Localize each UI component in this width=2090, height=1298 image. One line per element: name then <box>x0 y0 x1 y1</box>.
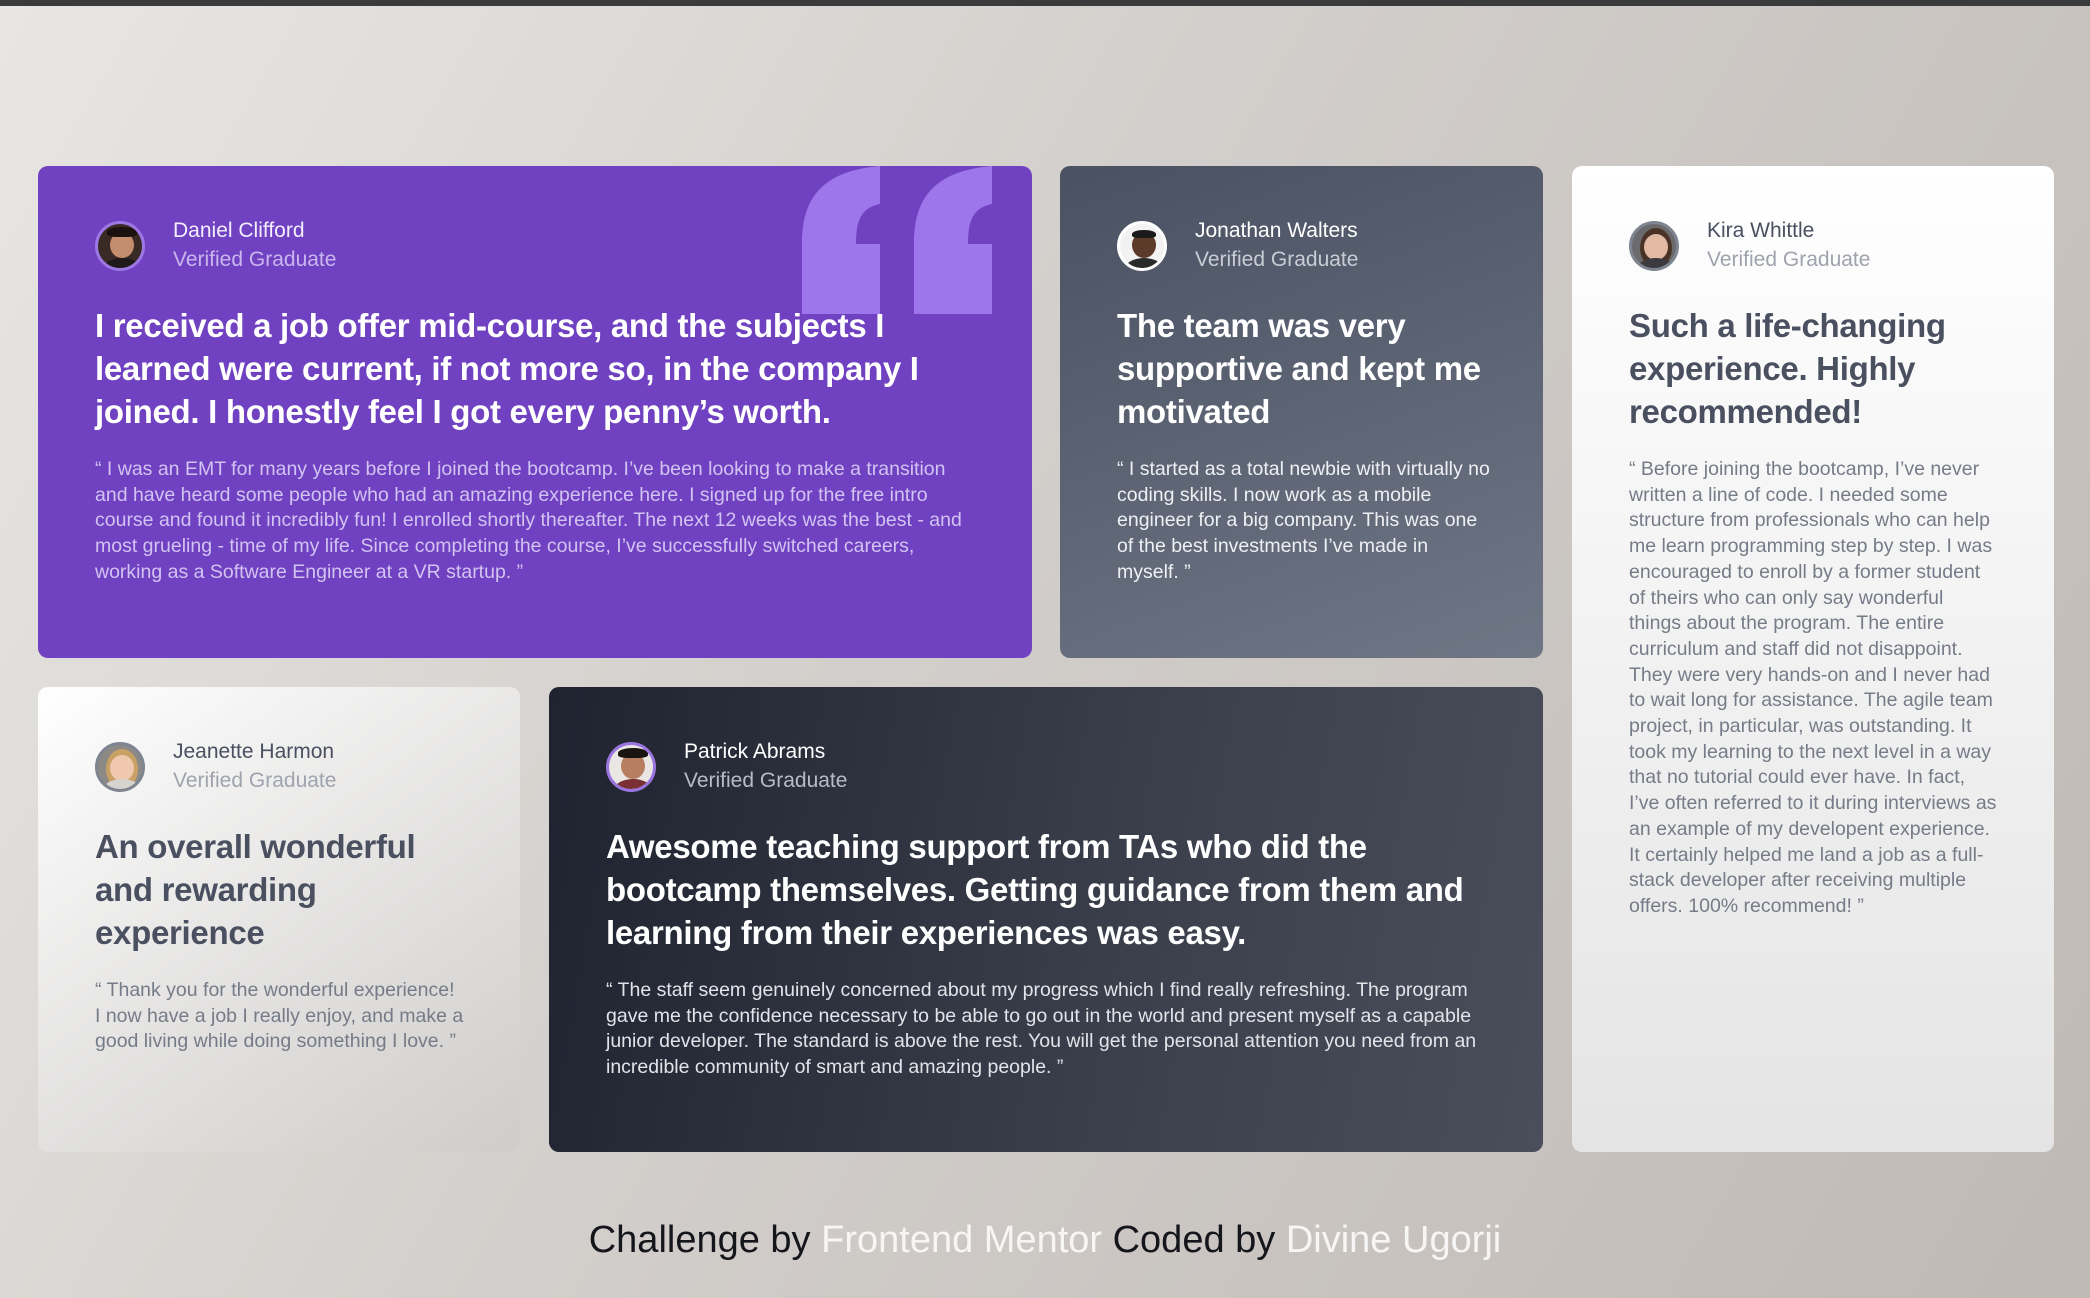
author-header: Daniel Clifford Verified Graduate <box>95 218 980 274</box>
avatar <box>1629 221 1679 271</box>
author-role: Verified Graduate <box>1707 248 1871 271</box>
testimonial-headline: The team was very supportive and kept me… <box>1117 307 1481 430</box>
testimonial-quote: “ Before joining the bootcamp, I’ve neve… <box>1629 458 1997 917</box>
testimonial-card-patrick: Patrick Abrams Verified Graduate Awesome… <box>549 687 1543 1152</box>
testimonial-quote: “ Thank you for the wonderful experience… <box>95 979 464 1053</box>
author-name: Patrick Abrams <box>684 740 826 763</box>
frontend-mentor-link[interactable]: Frontend Mentor <box>821 1219 1102 1261</box>
testimonial-headline: Such a life-changing experience. Highly … <box>1629 307 1946 430</box>
author-role: Verified Graduate <box>173 248 337 271</box>
author-name: Jonathan Walters <box>1195 219 1358 242</box>
testimonial-card-kira: Kira Whittle Verified Graduate Such a li… <box>1572 166 2054 1152</box>
testimonial-card-jeanette: Jeanette Harmon Verified Graduate An ove… <box>38 687 520 1152</box>
author-header: Kira Whittle Verified Graduate <box>1629 218 1998 274</box>
testimonial-card-daniel: Daniel Clifford Verified Graduate I rece… <box>38 166 1032 658</box>
avatar <box>95 742 145 792</box>
author-role: Verified Graduate <box>173 769 337 792</box>
testimonial-card-jonathan: Jonathan Walters Verified Graduate The t… <box>1060 166 1543 658</box>
author-role: Verified Graduate <box>684 769 848 792</box>
testimonial-quote: “ I was an EMT for many years before I j… <box>95 458 962 583</box>
author-name: Jeanette Harmon <box>173 740 335 763</box>
testimonial-headline: Awesome teaching support from TAs who di… <box>606 828 1464 951</box>
testimonial-quote: “ I started as a total newbie with virtu… <box>1117 458 1490 583</box>
avatar <box>95 221 145 271</box>
avatar <box>606 742 656 792</box>
author-header: Patrick Abrams Verified Graduate <box>606 739 1487 795</box>
author-name: Daniel Clifford <box>173 219 305 242</box>
attribution-footer: Challenge by Frontend Mentor Coded by Di… <box>0 1215 2090 1265</box>
testimonial-quote: “ The staff seem genuinely concerned abo… <box>606 979 1477 1079</box>
challenge-prefix: Challenge by <box>588 1219 811 1261</box>
avatar <box>1117 221 1167 271</box>
coded-by-prefix: Coded by <box>1112 1219 1276 1261</box>
author-name: Kira Whittle <box>1707 219 1815 242</box>
author-link[interactable]: Divine Ugorji <box>1286 1219 1501 1261</box>
author-role: Verified Graduate <box>1195 248 1359 271</box>
author-header: Jonathan Walters Verified Graduate <box>1117 218 1493 274</box>
top-bar <box>0 0 2090 6</box>
author-header: Jeanette Harmon Verified Graduate <box>95 739 464 795</box>
testimonial-headline: I received a job offer mid-course, and t… <box>95 307 919 430</box>
testimonial-headline: An overall wonderful and rewarding exper… <box>95 828 416 951</box>
